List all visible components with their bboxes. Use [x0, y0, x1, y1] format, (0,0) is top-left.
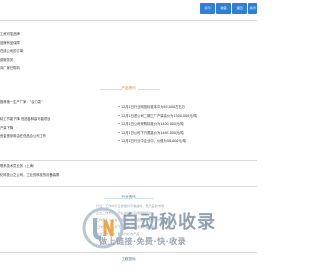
list-item[interactable]: • 12月1日行业网投标准本中为85,000左右万 — [118, 103, 248, 112]
product-left-column: 推荐第一生产厂家："合力泵" 精工节能下降 低品各种高可能项目 产量下降 资金宽… — [0, 98, 120, 141]
top-toolbar: 打印 收藏 返回 关闭 — [0, 0, 257, 18]
list-item[interactable]: 推荐第一生产厂家："合力泵" — [0, 98, 120, 107]
watermark-title: 自动秘收录 — [121, 212, 216, 233]
list-item: 品牌有品保障 — [0, 40, 20, 45]
section-rule-right — [136, 198, 154, 199]
contact-line: 化科技公之公司，工业的科技的设备装置 — [0, 172, 60, 177]
section-divider — [0, 252, 257, 253]
list-item: 费服务务 — [0, 57, 14, 62]
list-item: 工资可靠品牌 — [0, 32, 20, 36]
list-item[interactable]: • 12月1日公司下行限高价为1485,000元/吨 — [118, 129, 248, 138]
close-button[interactable]: 关闭 — [248, 3, 257, 14]
list-item[interactable]: 产量下降 — [0, 124, 120, 133]
contact-block: 联系技术员业务（上海） 化科技公之公司，工业的科技的设备装置 — [0, 162, 120, 179]
top-divider — [0, 20, 257, 21]
list-item: 向厂家已购机 — [0, 66, 20, 70]
watermark: 自动秘收录 做上链接·免费·快·收录 — [81, 206, 215, 250]
list-item: 在线公司的订单 — [0, 49, 24, 53]
watermark-subtitle: 做上链接·免费·快·收录 — [99, 237, 187, 246]
section-divider — [0, 186, 257, 187]
print-button[interactable]: 打印 — [200, 3, 215, 14]
list-item[interactable]: 精工节能下降 低品各种高可能项目 — [0, 115, 120, 124]
favorite-button[interactable]: 收藏 — [216, 3, 231, 14]
section-rule-right — [138, 89, 160, 90]
list-item[interactable]: • 12月1日公司采购标准价为1400,000元/吨 — [118, 120, 248, 129]
list-item[interactable]: • 12月1日行业中企业中，价值为58,000元/吨 — [118, 137, 248, 146]
product-section-title: 产品资讯 — [121, 86, 136, 90]
list-item — [0, 107, 120, 116]
feature-list: 工资可靠品牌 品牌有品保障 在线公司的订单 费服务务 向厂家已购机 — [0, 30, 120, 73]
list-item[interactable]: 资金宽采用由在低品合公司工作 — [0, 132, 120, 141]
bottom-section-title: 工程投标 — [121, 257, 136, 261]
contact-line: 联系技术员业务（上海） — [0, 164, 37, 168]
product-right-column: • 12月1日行业网投标准本中为85,000左右万 • 12月1日进公司二期工厂… — [118, 103, 248, 146]
section-divider — [0, 160, 257, 161]
list-item[interactable]: • 12月1日进公司二期工厂产量高价为1300,000元/吨 — [118, 112, 248, 121]
news-section-title: 行业资讯 — [121, 195, 136, 199]
back-button[interactable]: 返回 — [232, 3, 247, 14]
